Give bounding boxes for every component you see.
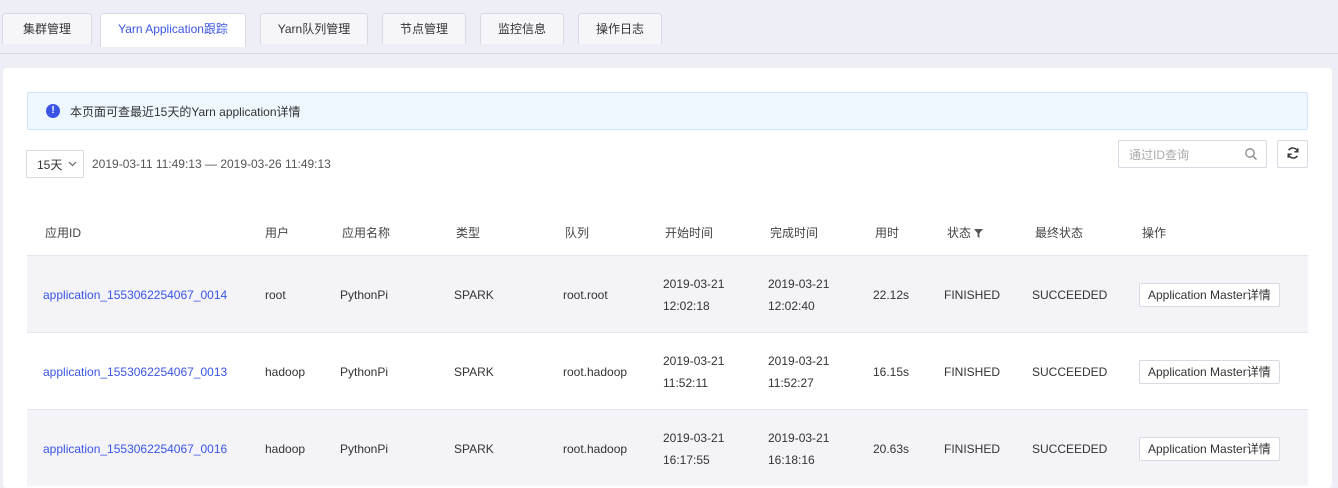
cell-start-time: 2019-03-21 16:17:55 xyxy=(663,410,724,487)
time-range-value: 15天 xyxy=(37,157,63,172)
tab-yarn-queue-management[interactable]: Yarn队列管理 xyxy=(260,13,368,44)
info-notice: ! 本页面可查最近15天的Yarn application详情 xyxy=(27,92,1308,130)
table-row: application_1553062254067_0014 root Pyth… xyxy=(27,255,1308,332)
header-user: 用户 xyxy=(265,226,290,240)
header-start-time: 开始时间 xyxy=(665,226,714,240)
application-master-details-button[interactable]: Application Master详情 xyxy=(1139,436,1280,461)
cell-action: Application Master详情 xyxy=(1139,256,1280,333)
cell-action: Application Master详情 xyxy=(1139,410,1280,487)
application-master-details-button[interactable]: Application Master详情 xyxy=(1139,282,1280,307)
cell-state: FINISHED xyxy=(944,441,1001,456)
finish-clock: 16:18:16 xyxy=(768,452,815,467)
cell-final-state: SUCCEEDED xyxy=(1032,441,1108,456)
header-queue: 队列 xyxy=(565,226,590,240)
finish-date: 2019-03-21 xyxy=(768,353,830,368)
header-action: 操作 xyxy=(1142,226,1167,240)
start-clock: 11:52:11 xyxy=(663,375,708,390)
tab-monitoring-info[interactable]: 监控信息 xyxy=(480,13,564,44)
tab-operation-log[interactable]: 操作日志 xyxy=(578,13,662,44)
tab-cluster-management[interactable]: 集群管理 xyxy=(2,13,92,44)
cell-action: Application Master详情 xyxy=(1139,333,1280,410)
app-id-link[interactable]: application_1553062254067_0013 xyxy=(43,333,227,410)
finish-clock: 11:52:27 xyxy=(768,375,814,390)
cell-app-name: PythonPi xyxy=(340,364,389,379)
start-date: 2019-03-21 xyxy=(663,353,725,368)
header-final-state: 最终状态 xyxy=(1035,226,1084,240)
cell-start-time: 2019-03-21 11:52:11 xyxy=(663,333,724,410)
search-box xyxy=(1118,140,1267,168)
app-id-link[interactable]: application_1553062254067_0016 xyxy=(43,410,227,487)
cell-finish-time: 2019-03-21 11:52:27 xyxy=(768,333,829,410)
table-row: application_1553062254067_0013 hadoop Py… xyxy=(27,332,1308,409)
cell-type: SPARK xyxy=(454,441,494,456)
filter-icon[interactable] xyxy=(974,211,984,257)
search-icon[interactable] xyxy=(1244,147,1258,161)
finish-clock: 12:02:40 xyxy=(768,298,815,313)
info-icon: ! xyxy=(46,104,60,118)
tab-label: 节点管理 xyxy=(399,22,448,36)
header-app-id: 应用ID xyxy=(45,226,82,240)
tab-label: 监控信息 xyxy=(497,22,546,36)
time-range-select[interactable]: 15天 xyxy=(26,150,84,178)
cell-user: hadoop xyxy=(265,364,306,379)
start-date: 2019-03-21 xyxy=(663,276,725,291)
cell-queue: root.hadoop xyxy=(563,364,628,379)
chevron-down-icon xyxy=(68,159,77,169)
finish-date: 2019-03-21 xyxy=(768,276,830,291)
tab-label: 操作日志 xyxy=(595,22,644,36)
cell-user: hadoop xyxy=(265,441,306,456)
cell-finish-time: 2019-03-21 16:18:16 xyxy=(768,410,829,487)
time-range-text: 2019-03-11 11:49:13 — 2019-03-26 11:49:1… xyxy=(92,157,331,171)
finish-date: 2019-03-21 xyxy=(768,430,830,445)
tab-bar: 集群管理 Yarn Application跟踪 Yarn队列管理 节点管理 监控… xyxy=(0,10,1338,54)
application-master-details-button[interactable]: Application Master详情 xyxy=(1139,359,1280,384)
start-date: 2019-03-21 xyxy=(663,430,725,445)
cell-state: FINISHED xyxy=(944,364,1001,379)
cell-finish-time: 2019-03-21 12:02:40 xyxy=(768,256,829,333)
content-card: ! 本页面可查最近15天的Yarn application详情 15天 2019… xyxy=(3,68,1332,488)
start-clock: 12:02:18 xyxy=(663,298,710,313)
cell-type: SPARK xyxy=(454,287,494,302)
header-state-label: 状态 xyxy=(947,226,972,240)
tab-label: 集群管理 xyxy=(22,22,71,36)
cell-elapsed: 22.12s xyxy=(873,287,910,302)
header-state: 状态 xyxy=(947,210,984,257)
table-row: application_1553062254067_0016 hadoop Py… xyxy=(27,409,1308,486)
cell-app-name: PythonPi xyxy=(340,287,389,302)
table-header: 应用ID 用户 应用名称 类型 队列 开始时间 完成时间 用时 状态 最终状态 … xyxy=(27,210,1308,256)
app-id-link[interactable]: application_1553062254067_0014 xyxy=(43,256,227,333)
tab-node-management[interactable]: 节点管理 xyxy=(382,13,466,44)
refresh-icon xyxy=(1286,146,1300,163)
cell-queue: root.root xyxy=(563,287,608,302)
cell-queue: root.hadoop xyxy=(563,441,628,456)
cell-elapsed: 20.63s xyxy=(873,441,910,456)
cell-app-name: PythonPi xyxy=(340,441,389,456)
tab-label: Yarn Application跟踪 xyxy=(118,22,228,36)
cell-type: SPARK xyxy=(454,364,494,379)
search-input[interactable] xyxy=(1127,142,1249,168)
tab-bar-divider xyxy=(0,53,1338,54)
header-elapsed: 用时 xyxy=(875,226,900,240)
cell-elapsed: 16.15s xyxy=(873,364,910,379)
tab-yarn-application-tracking[interactable]: Yarn Application跟踪 xyxy=(100,13,246,47)
cell-user: root xyxy=(265,287,286,302)
tab-label: Yarn队列管理 xyxy=(277,22,351,36)
cell-final-state: SUCCEEDED xyxy=(1032,364,1108,379)
notice-text: 本页面可查最近15天的Yarn application详情 xyxy=(70,104,301,119)
header-app-name: 应用名称 xyxy=(342,226,391,240)
cell-state: FINISHED xyxy=(944,287,1001,302)
header-finish-time: 完成时间 xyxy=(770,226,819,240)
cell-start-time: 2019-03-21 12:02:18 xyxy=(663,256,724,333)
refresh-button[interactable] xyxy=(1277,140,1308,168)
start-clock: 16:17:55 xyxy=(663,452,710,467)
cell-final-state: SUCCEEDED xyxy=(1032,287,1108,302)
header-type: 类型 xyxy=(456,226,481,240)
